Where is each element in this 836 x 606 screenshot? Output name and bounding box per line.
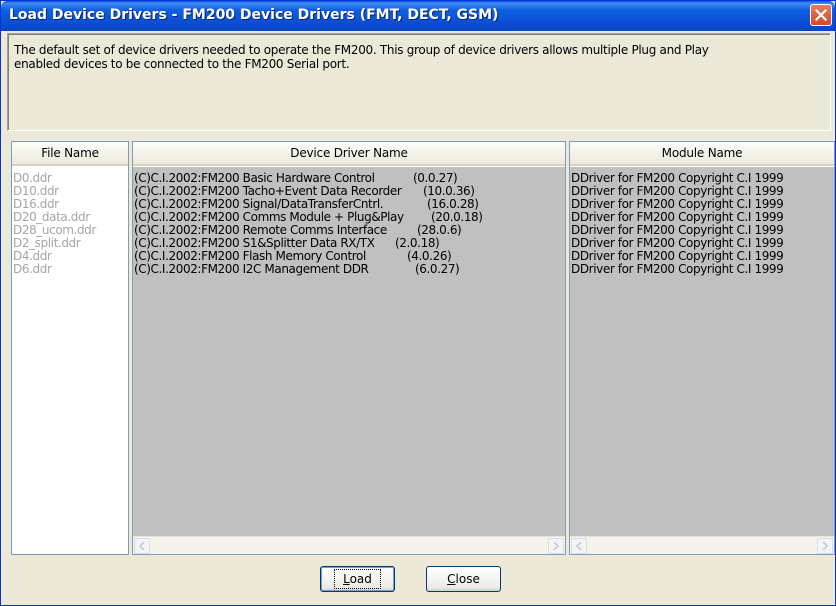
file-list-area[interactable]: D0.ddr D10.ddr D16.ddr D20_data.ddr D28_ucom… xyxy=(12,167,128,554)
close-button[interactable]: Close xyxy=(426,566,501,592)
module-list-item[interactable]: DDriver for FM200 Copyright C.I 1999 xyxy=(570,172,834,185)
driver-version: (0.0.27) xyxy=(413,172,458,185)
device-driver-name-header[interactable]: Device Driver Name xyxy=(133,142,565,166)
close-button-label: Close xyxy=(447,572,480,586)
file-list-item[interactable]: D28_ucom.ddr xyxy=(12,224,128,237)
driver-list-item[interactable]: (C)C.I.2002:FM200 Tacho+Event Data Recor… xyxy=(133,185,565,198)
description-line-1: The default set of device drivers needed… xyxy=(14,43,709,57)
module-scroll-right-button[interactable] xyxy=(817,538,833,554)
arrow-left-icon xyxy=(576,542,582,550)
driver-name: (C)C.I.2002:FM200 Remote Comms Interface xyxy=(134,224,387,237)
arrow-right-icon xyxy=(553,542,559,550)
module-horizontal-scrollbar[interactable] xyxy=(570,536,834,554)
driver-name: (C)C.I.2002:FM200 Comms Module + Plug&Pl… xyxy=(134,211,404,224)
file-list-item[interactable]: D4.ddr xyxy=(12,250,128,263)
module-scroll-left-button[interactable] xyxy=(571,538,587,554)
driver-name: (C)C.I.2002:FM200 Tacho+Event Data Recor… xyxy=(134,185,402,198)
description-box: The default set of device drivers needed… xyxy=(7,33,831,131)
driver-list-item[interactable]: (C)C.I.2002:FM200 Basic Hardware Control… xyxy=(133,172,565,185)
file-list-item[interactable]: D16.ddr xyxy=(12,198,128,211)
driver-name: (C)C.I.2002:FM200 S1&Splitter Data RX/TX xyxy=(134,237,375,250)
driver-version: (28.0.6) xyxy=(417,224,462,237)
driver-name: (C)C.I.2002:FM200 Signal/DataTransferCnt… xyxy=(134,198,384,211)
file-list-item[interactable]: D0.ddr xyxy=(12,172,128,185)
file-name-list[interactable]: File Name D0.ddr D10.ddr D16.ddr D20_data.d… xyxy=(11,141,129,555)
file-list-item[interactable]: D10.ddr xyxy=(12,185,128,198)
driver-version: (20.0.18) xyxy=(431,211,483,224)
module-list-item[interactable]: DDriver for FM200 Copyright C.I 1999 xyxy=(570,250,834,263)
title-bar[interactable]: Load Device Drivers - FM200 Device Drive… xyxy=(1,1,835,31)
driver-version: (16.0.28) xyxy=(427,198,479,211)
driver-version: (6.0.27) xyxy=(415,263,460,276)
driver-horizontal-scrollbar[interactable] xyxy=(133,536,565,554)
driver-scroll-left-button[interactable] xyxy=(134,538,150,554)
driver-list-item[interactable]: (C)C.I.2002:FM200 Comms Module + Plug&Pl… xyxy=(133,211,565,224)
module-list-item[interactable]: DDriver for FM200 Copyright C.I 1999 xyxy=(570,224,834,237)
description-line-2: enabled devices to be connected to the F… xyxy=(14,57,350,71)
file-list-item[interactable]: D2_split.ddr xyxy=(12,237,128,250)
driver-version: (4.0.26) xyxy=(407,250,452,263)
driver-name: (C)C.I.2002:FM200 Flash Memory Control xyxy=(134,250,366,263)
module-list-item[interactable]: DDriver for FM200 Copyright C.I 1999 xyxy=(570,198,834,211)
arrow-left-icon xyxy=(139,542,145,550)
device-driver-list[interactable]: Device Driver Name (C)C.I.2002:FM200 Bas… xyxy=(132,141,566,555)
load-button[interactable]: Load xyxy=(320,566,395,592)
module-list-area[interactable]: DDriver for FM200 Copyright C.I 1999 DDri… xyxy=(570,167,834,536)
load-button-label: Load xyxy=(334,569,381,589)
driver-version: (10.0.36) xyxy=(423,185,475,198)
module-list-item[interactable]: DDriver for FM200 Copyright C.I 1999 xyxy=(570,237,834,250)
module-list-item[interactable]: DDriver for FM200 Copyright C.I 1999 xyxy=(570,211,834,224)
driver-list-area[interactable]: (C)C.I.2002:FM200 Basic Hardware Control… xyxy=(133,167,565,536)
driver-list-item[interactable]: (C)C.I.2002:FM200 Flash Memory Control (4… xyxy=(133,250,565,263)
driver-name: (C)C.I.2002:FM200 I2C Management DDR xyxy=(134,263,369,276)
driver-list-item[interactable]: (C)C.I.2002:FM200 Remote Comms Interface… xyxy=(133,224,565,237)
dialog-window: Load Device Drivers - FM200 Device Drive… xyxy=(0,0,836,606)
window-title: Load Device Drivers - FM200 Device Drive… xyxy=(9,7,499,23)
module-list-item[interactable]: DDriver for FM200 Copyright C.I 1999 xyxy=(570,185,834,198)
driver-list-item[interactable]: (C)C.I.2002:FM200 I2C Management DDR (6.0… xyxy=(133,263,565,276)
driver-name: (C)C.I.2002:FM200 Basic Hardware Control xyxy=(134,172,375,185)
driver-scroll-right-button[interactable] xyxy=(548,538,564,554)
module-name-header[interactable]: Module Name xyxy=(570,142,834,166)
module-list-item[interactable]: DDriver for FM200 Copyright C.I 1999 xyxy=(570,263,834,276)
file-list-item[interactable]: D20_data.ddr xyxy=(12,211,128,224)
module-name-list[interactable]: Module Name DDriver for FM200 Copyright … xyxy=(569,141,835,555)
driver-list-item[interactable]: (C)C.I.2002:FM200 S1&Splitter Data RX/TX… xyxy=(133,237,565,250)
file-name-header[interactable]: File Name xyxy=(12,142,128,166)
file-list-item[interactable]: D6.ddr xyxy=(12,263,128,276)
arrow-right-icon xyxy=(822,542,828,550)
close-window-button[interactable] xyxy=(810,4,832,26)
driver-version: (2.0.18) xyxy=(395,237,440,250)
driver-list-item[interactable]: (C)C.I.2002:FM200 Signal/DataTransferCnt… xyxy=(133,198,565,211)
close-icon xyxy=(815,9,827,21)
